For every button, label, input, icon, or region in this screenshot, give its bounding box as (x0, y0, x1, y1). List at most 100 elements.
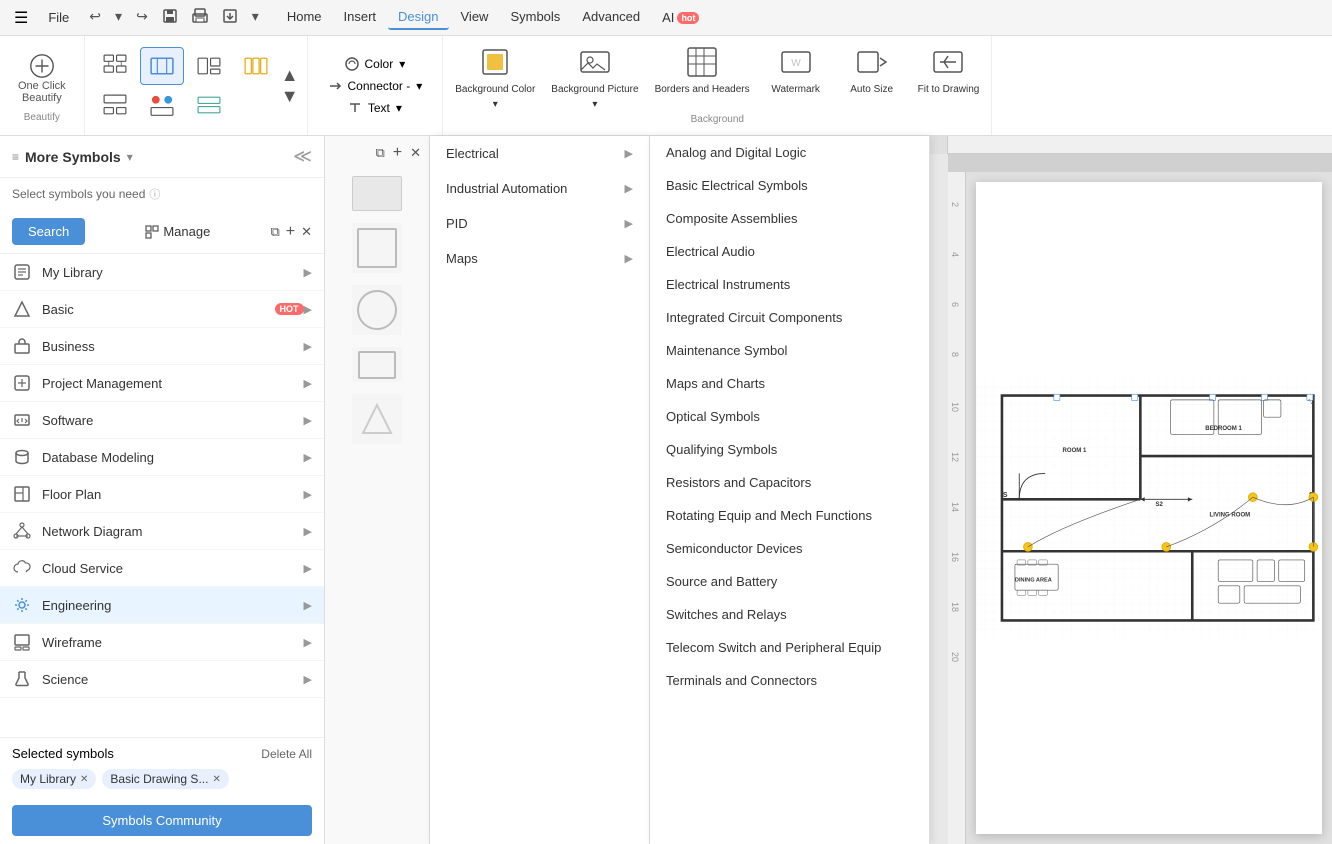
menu-ai[interactable]: AI hot (652, 5, 709, 30)
sidebar-item-science[interactable]: Science ▶ (0, 661, 324, 698)
thumb-close-icon[interactable]: ✕ (410, 145, 421, 161)
layout-tool-5[interactable] (187, 48, 231, 84)
submenu-pid[interactable]: PID ▶ (430, 206, 649, 241)
sidebar-item-basic[interactable]: Basic HOT ▶ (0, 291, 324, 328)
submenu-industrial[interactable]: Industrial Automation ▶ (430, 171, 649, 206)
sidebar-item-network-diagram[interactable]: Network Diagram ▶ (0, 513, 324, 550)
menu-file[interactable]: File (38, 6, 79, 29)
layout-tool-6[interactable] (234, 48, 278, 84)
sidebar-item-floor-plan[interactable]: Floor Plan ▶ (0, 476, 324, 513)
selected-tags: My Library ✕ Basic Drawing S... ✕ (12, 769, 312, 789)
layout-tool-2[interactable] (140, 47, 184, 85)
hamburger-menu[interactable]: ☰ (8, 4, 34, 32)
one-click-beautify-btn[interactable]: One ClickBeautify (12, 48, 72, 108)
canvas-area[interactable]: -6 -4 -2 0 2 4 6 8 10 12 14 16 18 20 22 … (930, 136, 1332, 844)
canvas-inner[interactable]: 2 4 6 8 10 12 14 16 18 20 (948, 154, 1332, 844)
one-click-label: One ClickBeautify (18, 80, 66, 104)
tag-close-my-library[interactable]: ✕ (80, 774, 88, 785)
sidebar-item-my-library[interactable]: My Library ▶ (0, 254, 324, 291)
sym-resistors[interactable]: Resistors and Capacitors (650, 466, 929, 499)
add-icon[interactable]: + (286, 223, 295, 241)
fit-to-drawing-btn[interactable]: Fit to Drawing (918, 44, 980, 95)
sidebar-item-engineering[interactable]: Engineering ▶ (0, 587, 324, 624)
thumb-add-icon[interactable]: + (393, 144, 402, 162)
tag-close-basic[interactable]: ✕ (212, 774, 220, 785)
layout-scroll-down[interactable]: ▼ (281, 86, 299, 107)
sym-switches[interactable]: Switches and Relays (650, 598, 929, 631)
science-icon (12, 669, 32, 689)
sidebar-item-wireframe[interactable]: Wireframe ▶ (0, 624, 324, 661)
panel-dropdown-icon[interactable]: ▾ (127, 150, 133, 164)
sym-source-battery[interactable]: Source and Battery (650, 565, 929, 598)
bg-color-btn[interactable]: Background Color ▾ (455, 44, 535, 110)
export-btn[interactable] (216, 4, 244, 31)
cloud-label: Cloud Service (42, 561, 304, 576)
layout-tool-3[interactable] (93, 88, 137, 124)
arrow-icon: ▶ (304, 414, 312, 427)
sym-terminals[interactable]: Terminals and Connectors (650, 664, 929, 697)
sidebar-item-project-management[interactable]: Project Management ▶ (0, 365, 324, 402)
menu-symbols[interactable]: Symbols (500, 5, 570, 30)
sym-ic[interactable]: Integrated Circuit Components (650, 301, 929, 334)
layout-tool-4[interactable] (140, 88, 184, 124)
copy-icon[interactable]: ⧉ (270, 224, 279, 240)
symbols-community-btn[interactable]: Symbols Community (12, 805, 312, 836)
close-icon[interactable]: ✕ (301, 224, 312, 240)
network-label: Network Diagram (42, 524, 304, 539)
search-button[interactable]: Search (12, 218, 85, 245)
sym-elec-instruments[interactable]: Electrical Instruments (650, 268, 929, 301)
thumb-copy-icon[interactable]: ⧉ (375, 145, 384, 161)
layout-tool-1[interactable] (93, 47, 137, 85)
menu-design[interactable]: Design (388, 5, 448, 30)
manage-button[interactable]: Manage (145, 224, 210, 239)
sym-maintenance[interactable]: Maintenance Symbol (650, 334, 929, 367)
panel-menu-icon[interactable]: ≡ (12, 150, 19, 164)
layout-tool-7[interactable] (187, 87, 231, 123)
panel-collapse-btn[interactable]: ≪ (293, 146, 312, 167)
menu-advanced[interactable]: Advanced (572, 5, 650, 30)
sym-analog[interactable]: Analog and Digital Logic (650, 136, 929, 169)
sym-elec-audio[interactable]: Electrical Audio (650, 235, 929, 268)
library-icon (12, 262, 32, 282)
auto-size-btn[interactable]: Auto Size (842, 44, 902, 95)
redo-btn[interactable]: ↪ (130, 4, 154, 31)
menu-insert[interactable]: Insert (334, 5, 387, 30)
color-btn[interactable]: Color ▾ (337, 54, 414, 74)
menu-view[interactable]: View (451, 5, 499, 30)
bg-picture-btn[interactable]: Background Picture ▾ (551, 44, 638, 110)
borders-btn[interactable]: Borders and Headers (655, 44, 750, 95)
connector-btn[interactable]: Connector - ▾ (320, 76, 431, 96)
text-btn[interactable]: Text ▾ (340, 98, 410, 118)
sidebar-item-business[interactable]: Business ▶ (0, 328, 324, 365)
submenu-maps[interactable]: Maps ▶ (430, 241, 649, 276)
more-dropdown[interactable]: ▾ (246, 4, 265, 31)
submenu-electrical[interactable]: Electrical ▶ (430, 136, 649, 171)
undo-dropdown[interactable]: ▾ (109, 4, 128, 31)
floorplan-svg: ROOM 1 BEDROOM 1 LIVING ROOM DINING AREA… (976, 182, 1322, 834)
sidebar-item-software[interactable]: Software ▶ (0, 402, 324, 439)
arrow-icon: ▶ (304, 636, 312, 649)
sidebar-item-database-modeling[interactable]: Database Modeling ▶ (0, 439, 324, 476)
undo-btn[interactable]: ↩ (83, 4, 107, 31)
svg-text:LIVING ROOM: LIVING ROOM (1210, 513, 1251, 519)
engineering-submenu: Electrical ▶ Industrial Automation ▶ PID… (430, 136, 650, 844)
sym-maps-charts[interactable]: Maps and Charts (650, 367, 929, 400)
thumb-item-3 (352, 285, 402, 335)
sym-rotating[interactable]: Rotating Equip and Mech Functions (650, 499, 929, 532)
sym-telecom[interactable]: Telecom Switch and Peripheral Equip (650, 631, 929, 664)
sym-qualifying[interactable]: Qualifying Symbols (650, 433, 929, 466)
sidebar-item-cloud-service[interactable]: Cloud Service ▶ (0, 550, 324, 587)
sym-semiconductor[interactable]: Semiconductor Devices (650, 532, 929, 565)
print-btn[interactable] (186, 4, 214, 31)
db-label: Database Modeling (42, 450, 304, 465)
sym-optical[interactable]: Optical Symbols (650, 400, 929, 433)
menu-home[interactable]: Home (277, 5, 332, 30)
sym-basic-elec[interactable]: Basic Electrical Symbols (650, 169, 929, 202)
arrow-icon: ▶ (304, 451, 312, 464)
sym-composite[interactable]: Composite Assemblies (650, 202, 929, 235)
layout-scroll-up[interactable]: ▲ (281, 65, 299, 86)
delete-all-btn[interactable]: Delete All (261, 747, 312, 761)
save-btn[interactable] (156, 4, 184, 31)
watermark-btn[interactable]: W Watermark (766, 44, 826, 95)
wireframe-label: Wireframe (42, 635, 304, 650)
